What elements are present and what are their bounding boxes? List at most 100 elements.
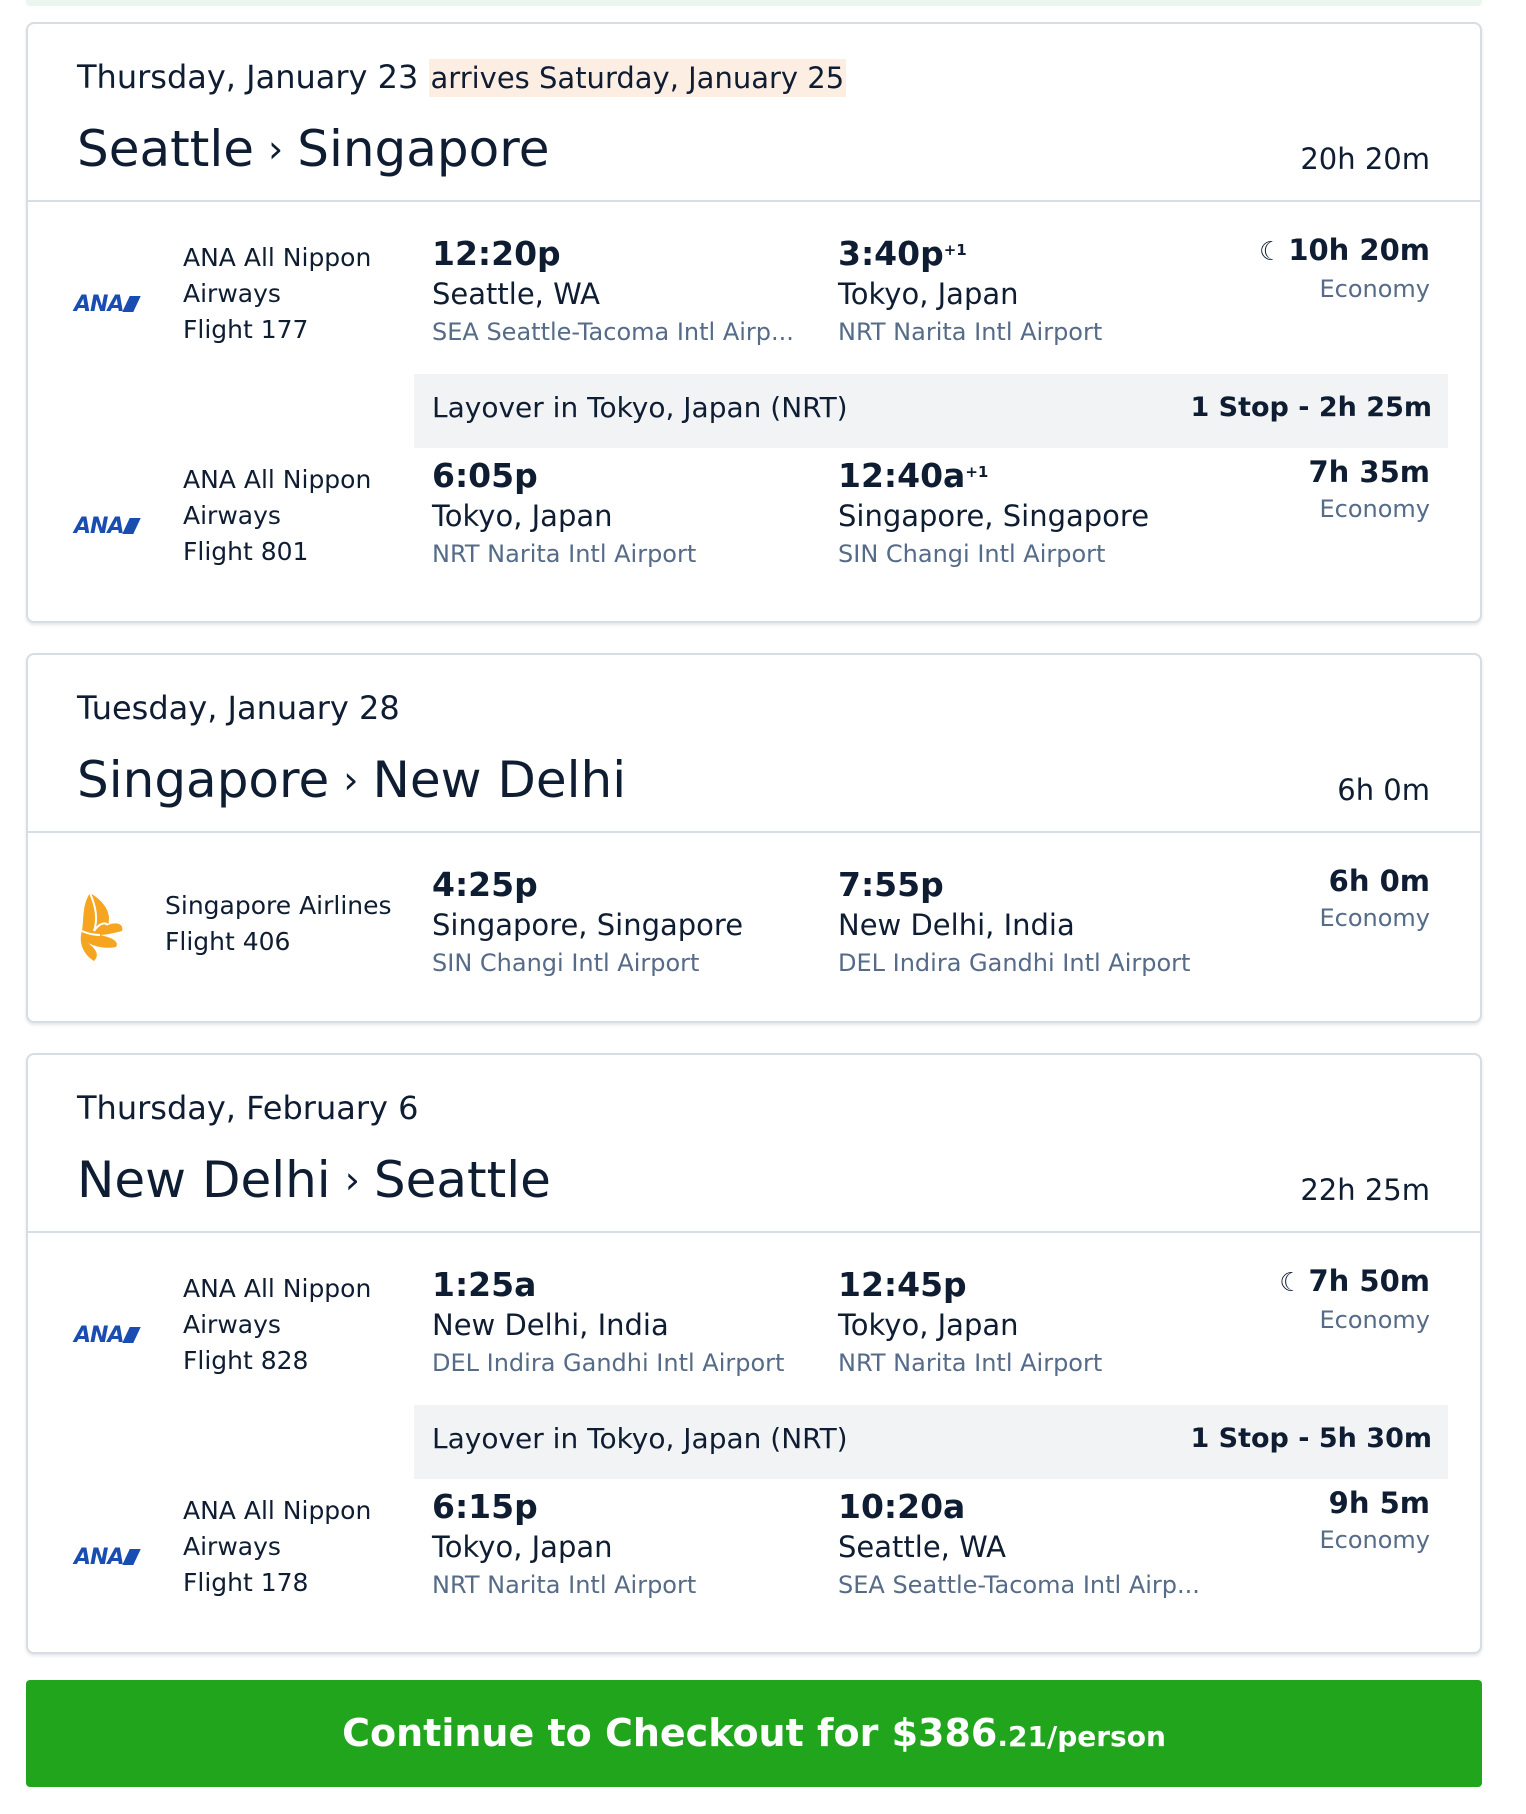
day-offset: +1	[965, 463, 989, 481]
moon-icon: ☾	[1259, 237, 1283, 267]
day-offset: +1	[943, 241, 967, 259]
airline-info: ANA All Nippon Airways Flight 177	[183, 240, 383, 348]
airline-name: Singapore Airlines	[165, 891, 392, 920]
departure-airport: DEL Indira Gandhi Intl Airport	[432, 1349, 785, 1377]
departure-city: New Delhi, India	[432, 1308, 669, 1342]
arrival-airport: NRT Narita Intl Airport	[838, 1349, 1103, 1377]
chevron-right-icon: ›	[344, 1158, 360, 1202]
route-destination: New Delhi	[372, 751, 627, 809]
departure-info: 1:25a New Delhi, India DEL Indira Gandhi…	[432, 1265, 792, 1381]
arrival-time: 7:55p	[838, 865, 944, 904]
trip-total-duration: 20h 20m	[1300, 142, 1430, 176]
departure-time: 6:15p	[432, 1487, 538, 1526]
segment-duration: 7h 35m Economy	[1309, 452, 1431, 526]
departure-info: 6:15p Tokyo, Japan NRT Narita Intl Airpo…	[432, 1487, 792, 1603]
trip-card-2: Tuesday, January 28 Singapore › New Delhi …	[26, 653, 1482, 1023]
singapore-airlines-bird-logo	[80, 892, 123, 961]
arrival-info: 12:40a+1 Singapore, Singapore SIN Changi…	[838, 456, 1238, 572]
layover-bar: Layover in Tokyo, Japan (NRT) 1 Stop - 2…	[414, 374, 1448, 448]
departure-time: 6:05p	[432, 456, 538, 495]
flight-segment[interactable]: ANA ANA All Nippon Airways Flight 801 6:0…	[28, 448, 1480, 618]
chevron-right-icon: ›	[343, 758, 359, 802]
top-strip	[26, 0, 1482, 6]
arrival-city: Tokyo, Japan	[838, 277, 1019, 311]
trip-header: Tuesday, January 28 Singapore › New Delhi …	[28, 655, 1480, 833]
trip-date: Tuesday, January 28	[77, 689, 400, 727]
moon-icon: ☾	[1279, 1268, 1303, 1298]
airline-info: ANA All Nippon Airways Flight 801	[183, 462, 383, 570]
trip-card-1: Thursday, January 23 arrives Saturday, J…	[26, 22, 1482, 623]
arrival-airport: SEA Seattle-Tacoma Intl Airp...	[838, 1571, 1200, 1599]
airline-name: ANA All Nippon Airways	[183, 1274, 372, 1339]
trip-total-duration: 6h 0m	[1337, 773, 1430, 807]
airline-name: ANA All Nippon Airways	[183, 243, 372, 308]
flight-segment[interactable]: Singapore Airlines Flight 406 4:25p Sing…	[28, 833, 1480, 1013]
route-origin: Singapore	[77, 751, 330, 809]
arrival-airport: DEL Indira Gandhi Intl Airport	[838, 949, 1191, 977]
route-title: New Delhi › Seattle	[77, 1151, 551, 1209]
flight-number: Flight 178	[183, 1568, 309, 1597]
arrival-city: Seattle, WA	[838, 1530, 1007, 1564]
departure-city: Seattle, WA	[432, 277, 601, 311]
flight-number: Flight 828	[183, 1346, 309, 1375]
departure-time: 1:25a	[432, 1265, 537, 1304]
arrival-city: Singapore, Singapore	[838, 499, 1150, 533]
chevron-right-icon: ›	[268, 127, 284, 171]
departure-airport: SIN Changi Intl Airport	[432, 949, 700, 977]
airline-info: Singapore Airlines Flight 406	[165, 888, 395, 960]
departure-city: Tokyo, Japan	[432, 499, 613, 533]
departure-time: 12:20p	[432, 234, 561, 273]
stops-summary: 1 Stop - 2h 25m	[1190, 392, 1432, 423]
arrival-time: 12:40a+1	[838, 456, 989, 495]
checkout-button[interactable]: Continue to Checkout for $386.21/person	[26, 1680, 1482, 1787]
arrival-city: New Delhi, India	[838, 908, 1075, 942]
checkout-cents: .21	[997, 1720, 1047, 1753]
cabin-class: Economy	[1319, 495, 1430, 523]
airline-info: ANA All Nippon Airways Flight 828	[183, 1271, 383, 1379]
cabin-class: Economy	[1319, 1306, 1430, 1334]
arrival-time: 3:40p+1	[838, 234, 967, 273]
arrival-info: 3:40p+1 Tokyo, Japan NRT Narita Intl Air…	[838, 234, 1238, 350]
departure-airport: NRT Narita Intl Airport	[432, 540, 697, 568]
segment-duration: ☾ 7h 50m Economy	[1279, 1261, 1430, 1337]
airline-name: ANA All Nippon Airways	[183, 1496, 372, 1561]
airline-info: ANA All Nippon Airways Flight 178	[183, 1493, 383, 1601]
ana-logo: ANA	[74, 514, 142, 539]
route-origin: Seattle	[77, 120, 255, 178]
segment-duration: 6h 0m Economy	[1319, 861, 1430, 935]
duration-text: 9h 5m	[1328, 1486, 1430, 1520]
flight-segment[interactable]: ANA ANA All Nippon Airways Flight 828 1:2…	[28, 1233, 1480, 1407]
trip-header: Thursday, February 6 New Delhi › Seattle 2…	[28, 1055, 1480, 1233]
stops-summary: 1 Stop - 5h 30m	[1190, 1423, 1432, 1454]
departure-info: 12:20p Seattle, WA SEA Seattle-Tacoma In…	[432, 234, 792, 350]
flight-segment[interactable]: ANA ANA All Nippon Airways Flight 178 6:1…	[28, 1479, 1480, 1649]
cabin-class: Economy	[1319, 904, 1430, 932]
arrival-airport: NRT Narita Intl Airport	[838, 318, 1103, 346]
trip-date: Thursday, January 23 arrives Saturday, J…	[77, 58, 847, 97]
arrival-info: 12:45p Tokyo, Japan NRT Narita Intl Airp…	[838, 1265, 1238, 1381]
arrival-date-badge: arrives Saturday, January 25	[428, 59, 847, 97]
departure-city: Singapore, Singapore	[432, 908, 744, 942]
trip-date: Thursday, February 6	[77, 1089, 418, 1127]
segment-duration: ☾ 10h 20m Economy	[1259, 230, 1430, 306]
checkout-per-person: /person	[1046, 1720, 1166, 1753]
arrival-time: 10:20a	[838, 1487, 966, 1526]
arrival-city: Tokyo, Japan	[838, 1308, 1019, 1342]
arrival-airport: SIN Changi Intl Airport	[838, 540, 1106, 568]
ana-logo: ANA	[74, 1545, 142, 1570]
cabin-class: Economy	[1319, 275, 1430, 303]
layover-text: Layover in Tokyo, Japan (NRT)	[432, 1422, 848, 1455]
departure-airport: NRT Narita Intl Airport	[432, 1571, 697, 1599]
ana-logo: ANA	[74, 292, 142, 317]
departure-date: Tuesday, January 28	[77, 689, 400, 727]
arrival-info: 10:20a Seattle, WA SEA Seattle-Tacoma In…	[838, 1487, 1238, 1603]
departure-info: 6:05p Tokyo, Japan NRT Narita Intl Airpo…	[432, 456, 792, 572]
flight-number: Flight 801	[183, 537, 309, 566]
flight-segment[interactable]: ANA ANA All Nippon Airways Flight 177 12:…	[28, 202, 1480, 376]
departure-info: 4:25p Singapore, Singapore SIN Changi In…	[432, 865, 792, 981]
arrival-time: 12:45p	[838, 1265, 967, 1304]
departure-time: 4:25p	[432, 865, 538, 904]
cabin-class: Economy	[1319, 1526, 1430, 1554]
trip-header: Thursday, January 23 arrives Saturday, J…	[28, 24, 1480, 202]
departure-city: Tokyo, Japan	[432, 1530, 613, 1564]
